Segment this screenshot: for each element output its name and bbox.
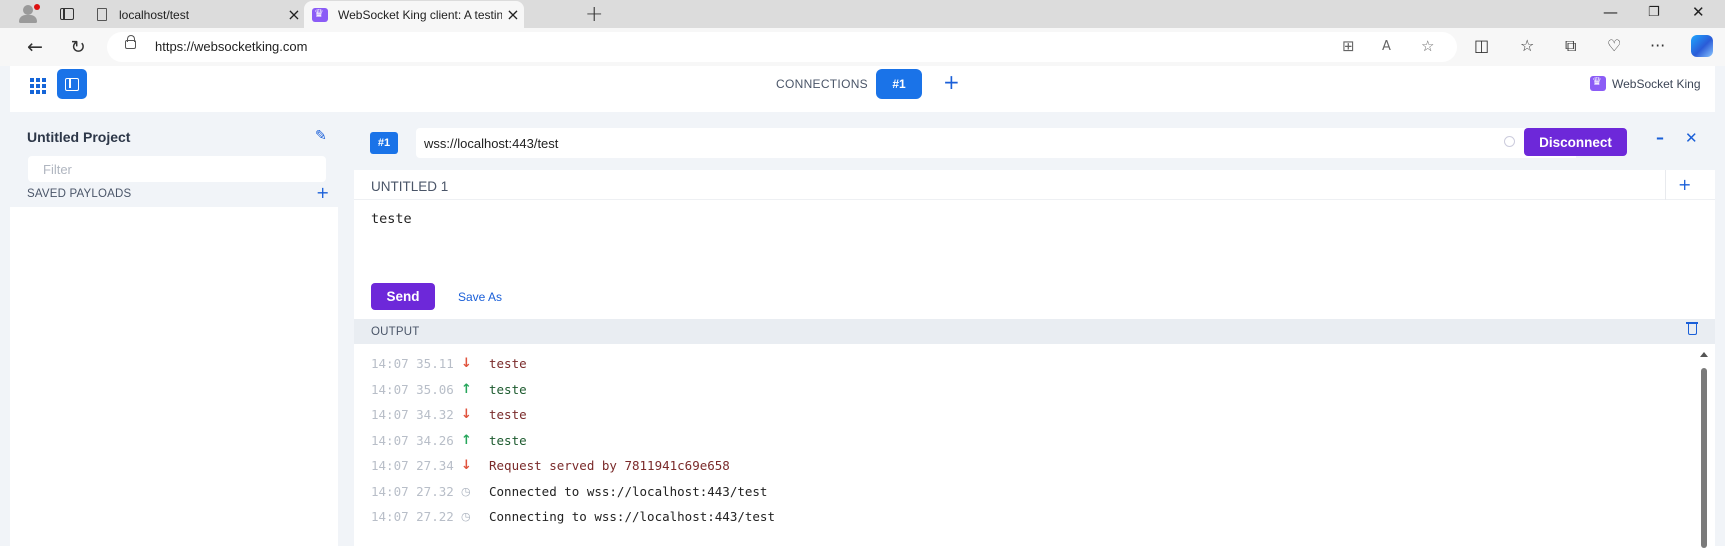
page-icon: [97, 8, 107, 21]
log-row: 14:07 34.26 ↑ teste: [371, 430, 527, 450]
close-tab-icon[interactable]: ×: [502, 5, 524, 24]
output-scrollbar[interactable]: [1699, 352, 1709, 548]
log-row: 14:07 35.06 ↑ teste: [371, 379, 527, 399]
browser-tab-bar: localhost/test × WebSocket King client: …: [0, 0, 1725, 28]
incoming-arrow-icon: ↓: [461, 457, 472, 473]
connection-tab-1[interactable]: #1: [876, 69, 922, 99]
more-options-icon[interactable]: ···: [1650, 36, 1665, 55]
connection-panel: #1 Disconnect – ✕ UNTITLED 1 + teste Sen…: [354, 114, 1715, 548]
output-log-list: 14:07 35.11 ↓ teste 14:07 35.06 ↑ teste …: [354, 344, 1715, 548]
connection-badge: #1: [370, 132, 398, 154]
add-payload-button[interactable]: +: [316, 183, 329, 202]
browser-tab-websocketking[interactable]: WebSocket King client: A testing ×: [304, 1, 524, 28]
toggle-sidebar-button[interactable]: [57, 69, 87, 99]
project-title: Untitled Project: [27, 129, 131, 145]
log-message: teste: [489, 406, 527, 422]
connections-label: CONNECTIONS: [776, 77, 868, 91]
save-as-link[interactable]: Save As: [458, 290, 502, 304]
log-message: teste: [489, 355, 527, 371]
favorite-star-icon[interactable]: ☆: [1421, 37, 1434, 55]
log-time: 14:07 35.11: [371, 355, 454, 371]
brand[interactable]: WebSocket King: [1590, 75, 1701, 91]
info-clock-icon: ◷: [461, 509, 471, 523]
log-message: teste: [489, 432, 527, 448]
log-row: 14:07 27.34 ↓ Request served by 7811941c…: [371, 455, 730, 475]
send-button[interactable]: Send: [371, 283, 435, 310]
log-message: Request served by 7811941c69e658: [489, 457, 730, 473]
saved-payloads-label: SAVED PAYLOADS: [27, 188, 132, 200]
filter-input[interactable]: [28, 156, 326, 182]
divider: [1665, 170, 1666, 200]
refresh-icon[interactable]: ↻: [65, 34, 91, 60]
output-header: OUTPUT: [354, 319, 1715, 344]
connection-url-row: #1 Disconnect – ✕: [354, 114, 1715, 170]
lock-icon[interactable]: [125, 35, 136, 49]
scrollbar-thumb[interactable]: [1701, 368, 1707, 548]
log-row: 14:07 35.11 ↓ teste: [371, 353, 527, 373]
url-text[interactable]: https://websocketking.com: [155, 39, 307, 54]
log-row: 14:07 34.32 ↓ teste: [371, 404, 527, 424]
favorites-icon[interactable]: ☆: [1520, 36, 1534, 55]
websocket-king-app: CONNECTIONS #1 + WebSocket King Untitled…: [0, 66, 1725, 548]
outgoing-arrow-icon: ↑: [461, 381, 472, 397]
restore-window-button[interactable]: ❐: [1648, 5, 1660, 20]
minimize-panel-icon[interactable]: –: [1656, 128, 1664, 147]
incoming-arrow-icon: ↓: [461, 355, 472, 371]
log-row: 14:07 27.32 ◷ Connected to wss://localho…: [371, 481, 767, 501]
message-editor[interactable]: teste: [371, 211, 412, 227]
log-time: 14:07 35.06: [371, 381, 454, 397]
info-clock-icon: ◷: [461, 484, 471, 498]
minimize-window-button[interactable]: —: [1603, 3, 1618, 21]
websocketking-favicon-icon: [312, 7, 328, 22]
close-panel-icon[interactable]: ✕: [1685, 129, 1698, 147]
tab-title: WebSocket King client: A testing: [338, 7, 502, 22]
log-time: 14:07 27.22: [371, 508, 454, 524]
close-tab-icon[interactable]: ×: [283, 5, 305, 24]
log-message: Connecting to wss://localhost:443/test: [489, 508, 775, 524]
add-connection-button[interactable]: +: [943, 70, 960, 94]
message-header: UNTITLED 1 +: [354, 170, 1715, 200]
outgoing-arrow-icon: ↑: [461, 432, 472, 448]
profile-avatar-icon[interactable]: [18, 4, 40, 24]
copilot-icon[interactable]: [1691, 35, 1713, 57]
new-tab-button[interactable]: +: [585, 2, 603, 27]
url-field[interactable]: https://websocketking.com ⊞ A ☆: [107, 32, 1457, 62]
output-title: OUTPUT: [371, 326, 420, 338]
tab-actions-icon[interactable]: [57, 4, 77, 24]
log-time: 14:07 27.34: [371, 457, 454, 473]
apps-grid-icon[interactable]: [24, 72, 52, 100]
sidebar-panel-icon: [65, 77, 79, 91]
disconnect-button[interactable]: Disconnect: [1524, 128, 1627, 156]
close-window-button[interactable]: ✕: [1692, 3, 1705, 21]
sidebar-header: Untitled Project ✎ SAVED PAYLOADS +: [10, 114, 338, 207]
sidebar: Untitled Project ✎ SAVED PAYLOADS +: [10, 114, 338, 546]
browser-essentials-icon[interactable]: ♡: [1607, 36, 1621, 55]
tab-title: localhost/test: [119, 7, 190, 22]
connection-status-icon: [1504, 136, 1515, 147]
websocketking-logo-icon: [1590, 75, 1606, 91]
incoming-arrow-icon: ↓: [461, 406, 472, 422]
app-top-bar: CONNECTIONS #1 + WebSocket King: [10, 66, 1715, 112]
log-message: teste: [489, 381, 527, 397]
log-row: 14:07 27.22 ◷ Connecting to wss://localh…: [371, 506, 775, 526]
split-screen-icon[interactable]: ◫: [1474, 36, 1489, 55]
back-arrow-icon[interactable]: ←: [22, 34, 48, 60]
log-time: 14:07 34.26: [371, 432, 454, 448]
browser-address-bar: ← ↻ https://websocketking.com ⊞ A ☆ ◫ ☆ …: [0, 28, 1725, 66]
collections-icon[interactable]: ⧉: [1565, 36, 1576, 56]
add-message-tab-button[interactable]: +: [1678, 175, 1691, 194]
browser-tab-localhost[interactable]: localhost/test ×: [85, 1, 305, 28]
scroll-up-arrow-icon[interactable]: [1700, 352, 1708, 357]
log-message: Connected to wss://localhost:443/test: [489, 483, 768, 499]
log-time: 14:07 34.32: [371, 406, 454, 422]
brand-name: WebSocket King: [1612, 76, 1701, 91]
log-time: 14:07 27.32: [371, 483, 454, 499]
websocket-url-input[interactable]: [416, 128, 1576, 158]
message-title[interactable]: UNTITLED 1: [371, 179, 448, 194]
app-available-icon[interactable]: ⊞: [1342, 37, 1355, 55]
read-aloud-icon[interactable]: A: [1382, 39, 1391, 54]
edit-project-icon[interactable]: ✎: [315, 128, 327, 144]
clear-output-trash-icon[interactable]: [1686, 322, 1698, 335]
